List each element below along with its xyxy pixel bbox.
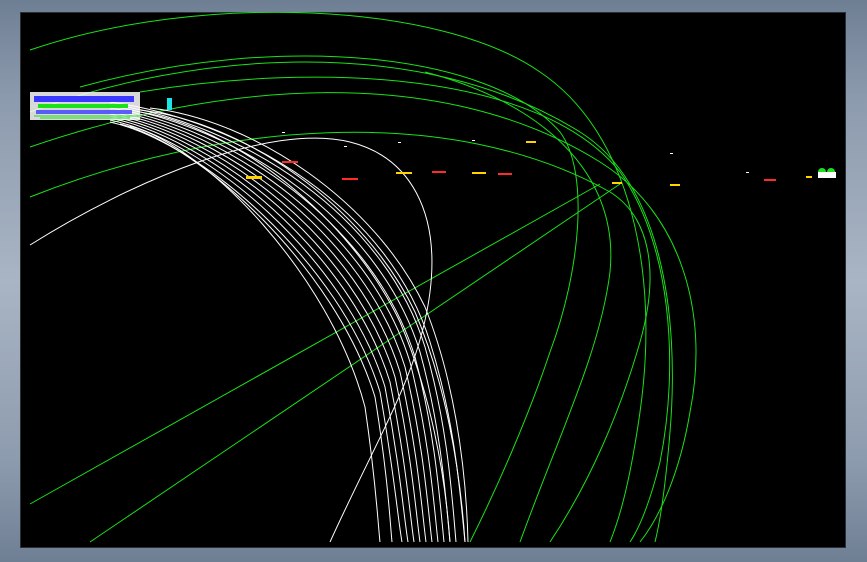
alignment-arc: [424, 71, 612, 543]
cluster-detail-block: [30, 92, 172, 120]
application-window: [0, 0, 867, 562]
road-loop: [29, 137, 433, 543]
road-curve-bundle: [29, 101, 469, 543]
alignment-tangent: [29, 183, 601, 505]
alignment-arc-set: [29, 12, 697, 543]
alignment-arc: [29, 12, 647, 543]
cad-drawing-viewport[interactable]: [20, 12, 846, 548]
drawing-canvas[interactable]: [20, 12, 846, 548]
station-marker-row: [246, 132, 836, 186]
